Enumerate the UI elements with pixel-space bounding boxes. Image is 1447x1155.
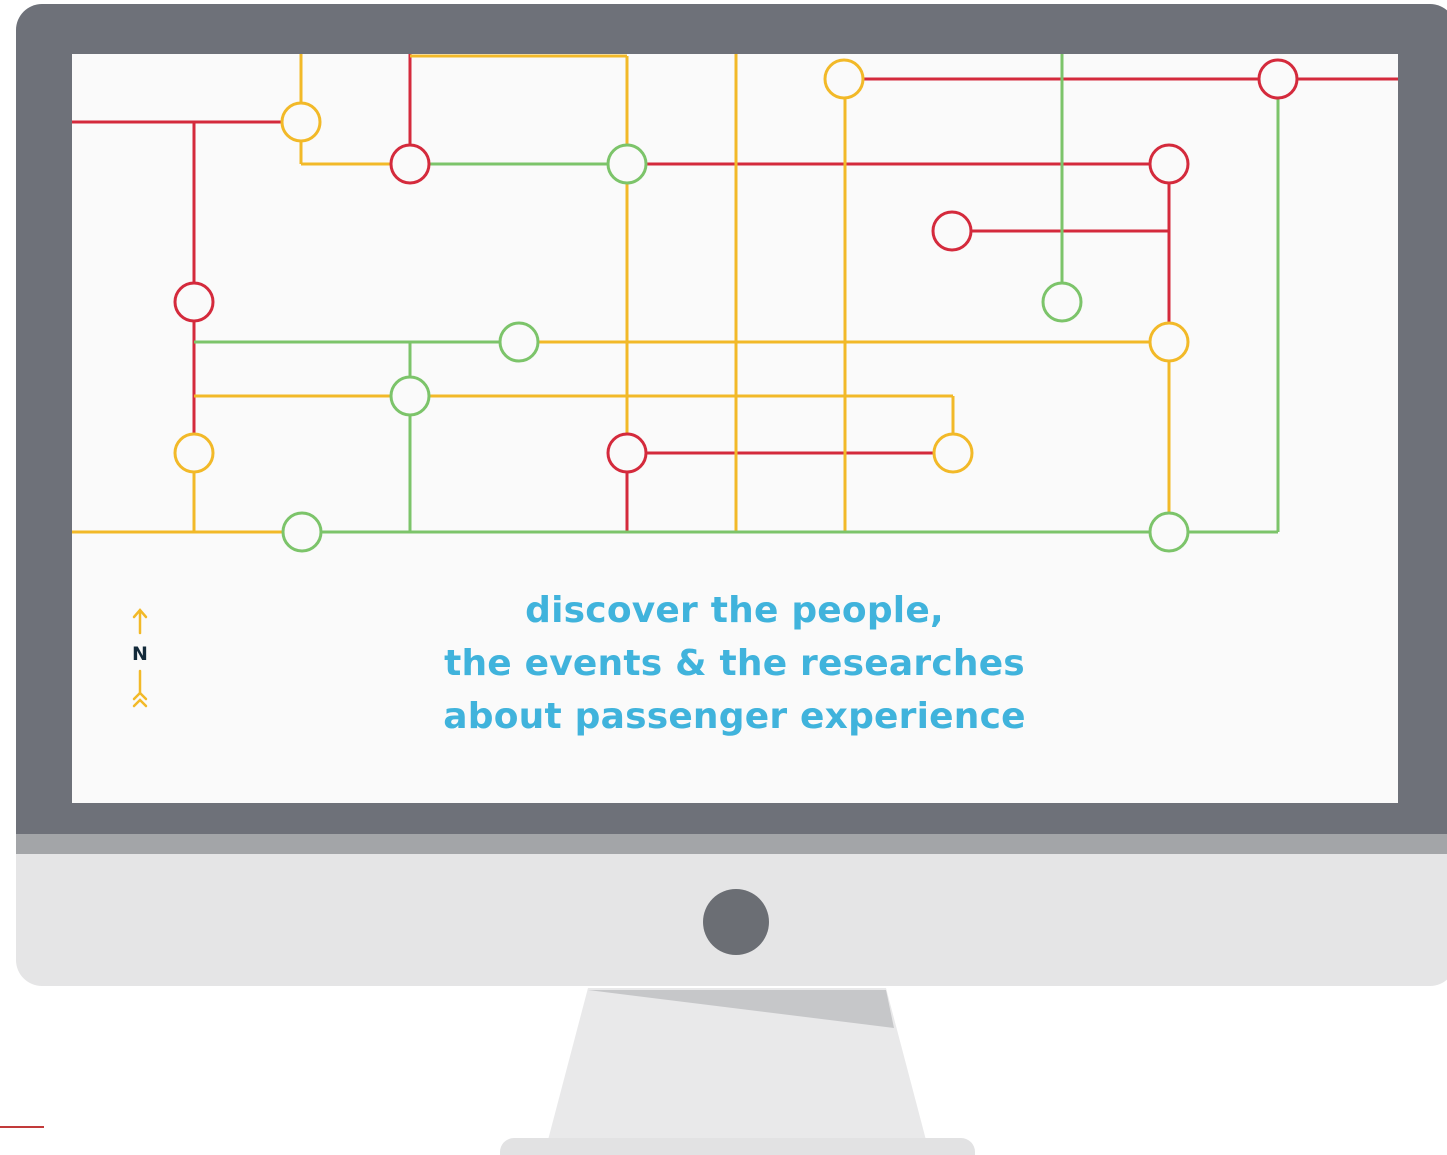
tagline: discover the people, the events & the re… xyxy=(372,584,1097,743)
station-red xyxy=(389,143,431,185)
tagline-line-3: about passenger experience xyxy=(443,696,1026,737)
station-yellow xyxy=(173,432,215,474)
station-red xyxy=(1257,58,1299,100)
station-green xyxy=(281,511,323,553)
station-red xyxy=(173,281,215,323)
station-green xyxy=(498,321,540,363)
station-red xyxy=(931,210,973,252)
compass: N xyxy=(126,607,154,717)
tagline-line-1: discover the people, xyxy=(525,590,944,631)
monitor-chin-stripe xyxy=(16,834,1447,854)
station-green xyxy=(606,143,648,185)
monitor-screen: N discover the people, the events & the … xyxy=(72,54,1398,803)
station-yellow xyxy=(1148,321,1190,363)
monitor-logo-dot xyxy=(703,889,769,955)
compass-north-label: N xyxy=(132,643,148,665)
station-yellow xyxy=(280,101,322,143)
station-green xyxy=(389,375,431,417)
station-green xyxy=(1148,511,1190,553)
station-yellow xyxy=(932,432,974,474)
station-yellow xyxy=(823,58,865,100)
station-red xyxy=(1148,143,1190,185)
decorative-red-line xyxy=(0,1126,44,1128)
station-red xyxy=(606,432,648,474)
station-green xyxy=(1041,281,1083,323)
tagline-line-2: the events & the researches xyxy=(444,643,1025,684)
